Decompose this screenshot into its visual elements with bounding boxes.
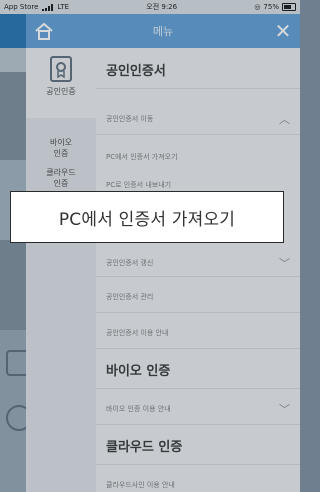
- dim-overlay: [0, 0, 300, 492]
- highlighted-item-caption: PC에서 인증서 가져오기: [10, 191, 284, 243]
- caption-text: PC에서 인증서 가져오기: [58, 209, 236, 230]
